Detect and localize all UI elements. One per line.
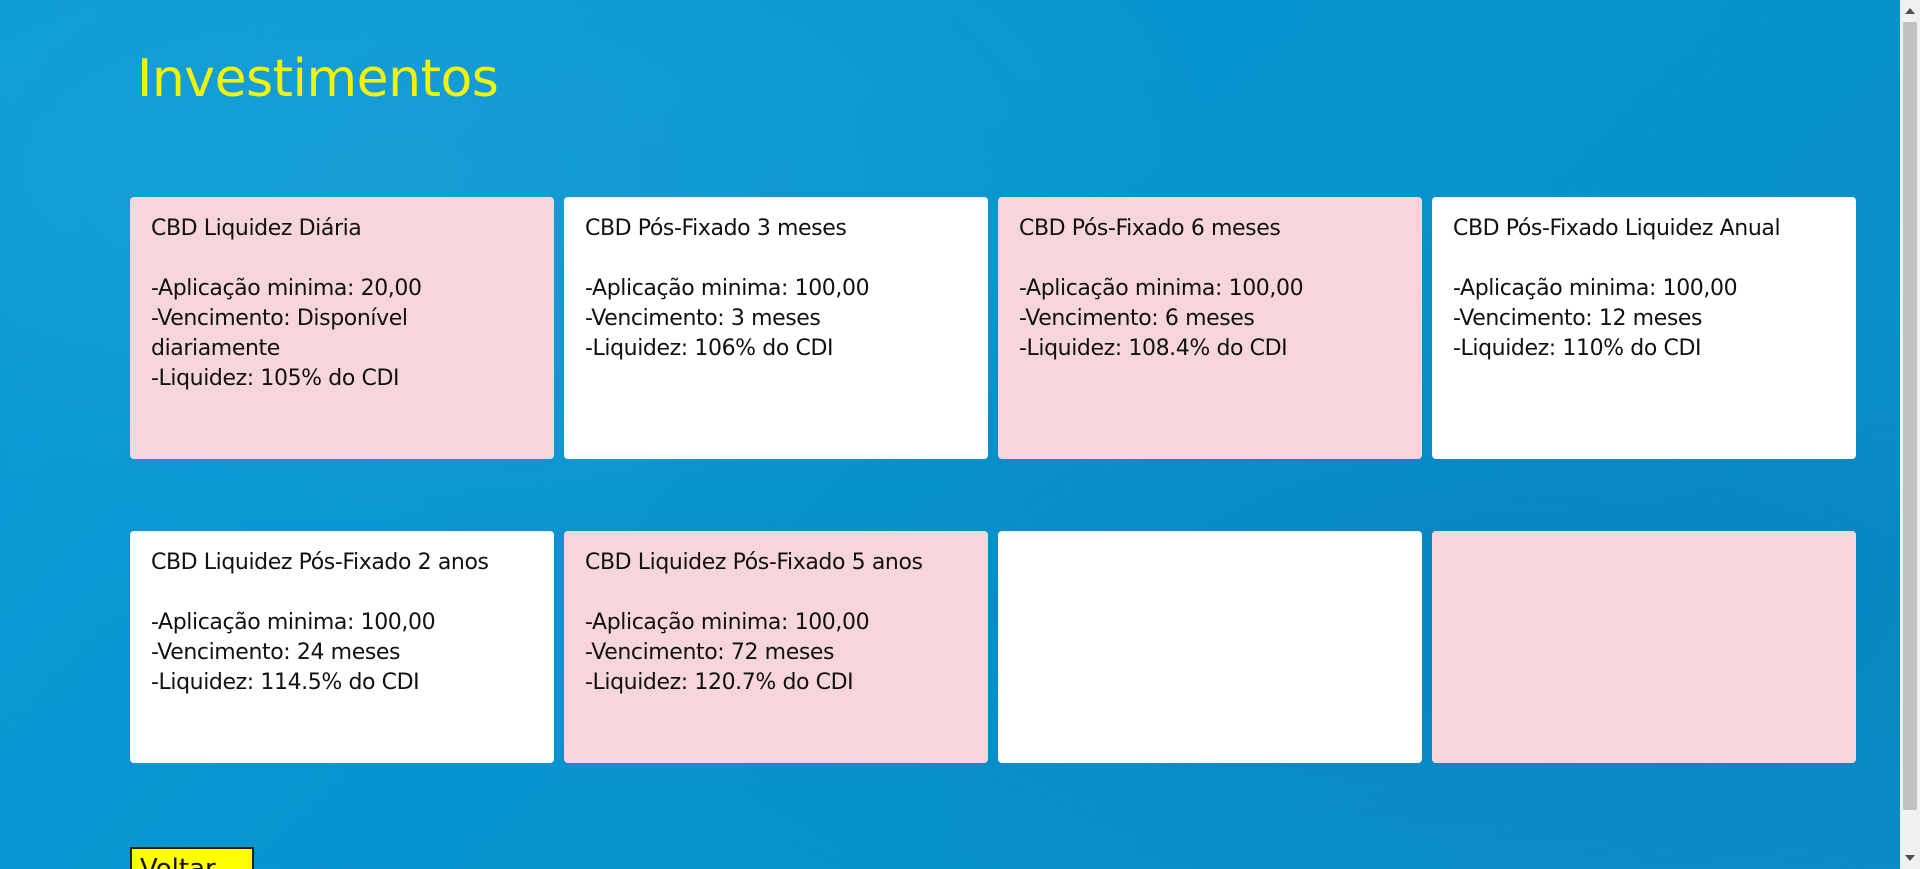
card-liquidez: -Liquidez: 106% do CDI [585,336,834,361]
card-title: CBD Liquidez Diária [151,216,362,241]
scroll-up-arrow-icon[interactable] [1905,8,1915,14]
card-title: CBD Pós-Fixado 6 meses [1019,216,1281,241]
card-title: CBD Liquidez Pós-Fixado 2 anos [151,550,489,575]
card-vencimento: -Vencimento: Disponível diariamente [151,306,408,361]
card-title: CBD Pós-Fixado Liquidez Anual [1453,216,1781,241]
card-vencimento: -Vencimento: 72 meses [585,640,835,665]
card-aplicacao-minima: -Aplicação minima: 100,00 [1019,276,1304,301]
card-aplicacao-minima: -Aplicação minima: 20,00 [151,276,422,301]
scroll-down-arrow-icon[interactable] [1905,855,1915,861]
investment-card-pos-fixado-2-anos[interactable]: CBD Liquidez Pós-Fixado 2 anos -Aplicaçã… [130,531,554,763]
card-vencimento: -Vencimento: 24 meses [151,640,401,665]
card-title: CBD Pós-Fixado 3 meses [585,216,847,241]
card-liquidez: -Liquidez: 108.4% do CDI [1019,336,1288,361]
vertical-scrollbar[interactable] [1900,0,1920,869]
card-vencimento: -Vencimento: 6 meses [1019,306,1255,331]
investment-card-liquidez-diaria[interactable]: CBD Liquidez Diária -Aplicação minima: 2… [130,197,554,459]
investment-card-pos-fixado-3-meses[interactable]: CBD Pós-Fixado 3 meses -Aplicação minima… [564,197,988,459]
investment-card-empty [1432,531,1856,763]
investment-card-empty [998,531,1422,763]
investment-card-pos-fixado-6-meses[interactable]: CBD Pós-Fixado 6 meses -Aplicação minima… [998,197,1422,459]
card-aplicacao-minima: -Aplicação minima: 100,00 [151,610,436,635]
page-title: Investimentos [137,49,499,109]
card-vencimento: -Vencimento: 3 meses [585,306,821,331]
card-aplicacao-minima: -Aplicação minima: 100,00 [585,610,870,635]
card-vencimento: -Vencimento: 12 meses [1453,306,1703,331]
voltar-button[interactable]: Voltar [130,847,254,869]
card-liquidez: -Liquidez: 110% do CDI [1453,336,1702,361]
card-liquidez: -Liquidez: 114.5% do CDI [151,670,420,695]
card-liquidez: -Liquidez: 105% do CDI [151,366,400,391]
card-liquidez: -Liquidez: 120.7% do CDI [585,670,854,695]
scrollbar-thumb[interactable] [1903,22,1917,810]
investment-card-pos-fixado-liquidez-anual[interactable]: CBD Pós-Fixado Liquidez Anual -Aplicação… [1432,197,1856,459]
card-aplicacao-minima: -Aplicação minima: 100,00 [585,276,870,301]
investment-card-pos-fixado-5-anos[interactable]: CBD Liquidez Pós-Fixado 5 anos -Aplicaçã… [564,531,988,763]
card-title: CBD Liquidez Pós-Fixado 5 anos [585,550,923,575]
card-aplicacao-minima: -Aplicação minima: 100,00 [1453,276,1738,301]
